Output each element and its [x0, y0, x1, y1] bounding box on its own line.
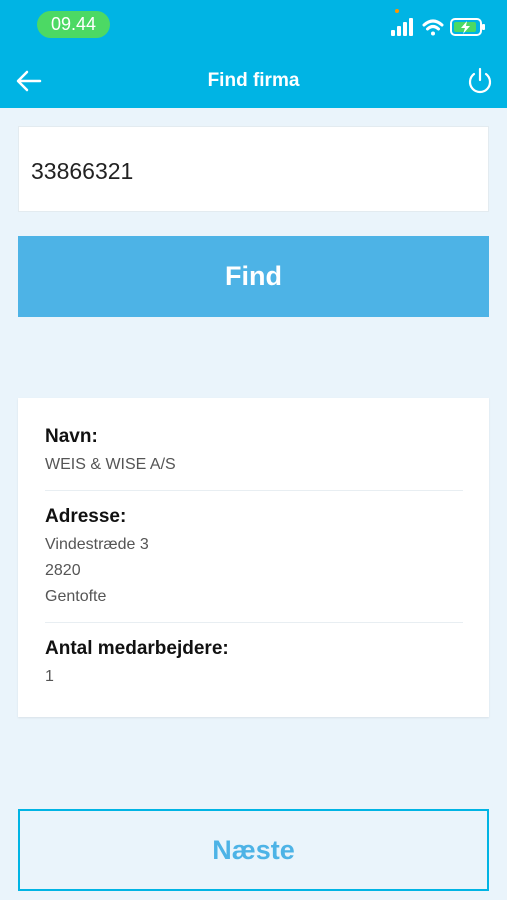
address-field: Adresse: Vindestræde 3 2820 Gentofte: [45, 506, 149, 610]
battery-charging-icon: [450, 18, 485, 36]
employees-field: Antal medarbejdere: 1: [45, 638, 229, 690]
name-label: Navn:: [45, 426, 98, 447]
company-result-card: Navn: WEIS & WISE A/S Adresse: Vindestræ…: [18, 398, 489, 717]
divider: [45, 490, 463, 491]
name-value: WEIS & WISE A/S: [45, 456, 176, 473]
employees-value: 1: [45, 668, 54, 685]
next-button[interactable]: Næste: [18, 809, 489, 891]
name-field: Navn: WEIS & WISE A/S: [45, 426, 176, 478]
signal-icon: [391, 18, 413, 36]
employees-label: Antal medarbejdere:: [45, 638, 229, 659]
power-icon[interactable]: [465, 66, 495, 96]
page-title: Find firma: [207, 70, 300, 91]
address-city: Gentofte: [45, 588, 107, 605]
wifi-icon: [422, 19, 444, 36]
status-time: 09.44: [37, 11, 110, 38]
divider: [45, 622, 463, 623]
address-postcode: 2820: [45, 562, 81, 579]
cvr-search-input[interactable]: [29, 127, 473, 215]
address-street: Vindestræde 3: [45, 536, 149, 553]
address-label: Adresse:: [45, 506, 127, 527]
status-icons: [391, 18, 485, 36]
cvr-search-box: [18, 126, 489, 215]
find-button[interactable]: Find: [18, 236, 489, 317]
app-header: 09.44 Find firma: [0, 0, 507, 108]
